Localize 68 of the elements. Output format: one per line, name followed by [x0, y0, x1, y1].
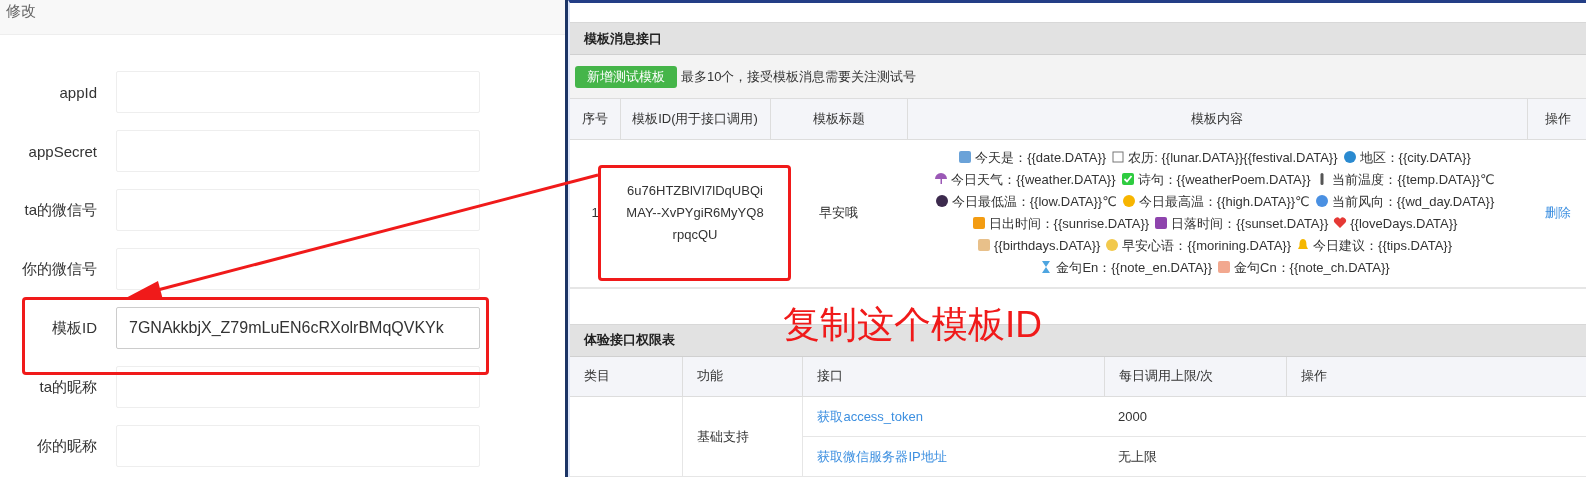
- field-label: 你的微信号: [21, 259, 97, 279]
- umbrella-icon: [934, 172, 949, 186]
- field-label: 你的昵称: [36, 436, 97, 456]
- column-header: 每日调用上限/次: [1104, 356, 1287, 397]
- hint-text: 最多10个，接受模板消息需要关注测试号: [681, 67, 917, 86]
- column-header: 类目: [570, 356, 683, 397]
- bell-icon: [1296, 238, 1311, 252]
- dialog-title: 修改: [6, 2, 36, 20]
- field-label: ta的昵称: [38, 377, 97, 397]
- template-field: {{loveDays.DATA}}: [1350, 216, 1458, 231]
- section-title: 体验接口权限表: [584, 331, 675, 349]
- template-field: 当前风向：{{wd_day.DATA}}: [1331, 194, 1495, 209]
- square-icon: [1154, 216, 1169, 230]
- template-field: 日出时间：{{sunrise.DATA}}: [988, 216, 1150, 231]
- template-field: 今日天气：{{weather.DATA}}: [951, 172, 1116, 187]
- delete-link[interactable]: 删除: [1544, 205, 1571, 220]
- circle-icon: [1342, 150, 1357, 164]
- template-field: 诗句：{{weatherPoem.DATA}}: [1137, 172, 1311, 187]
- template-field: 日落时间：{{sunset.DATA}}: [1171, 216, 1329, 231]
- number-icon: [1111, 150, 1126, 164]
- template-field: {{birthdays.DATA}}: [994, 238, 1101, 253]
- field-label: 模板ID: [51, 318, 97, 338]
- column-header: 操作: [1527, 99, 1586, 139]
- input-field[interactable]: [116, 366, 480, 408]
- annotation-text: 复制这个模板ID: [783, 303, 1042, 347]
- template-field: 今日最低温：{{low.DATA}}℃: [951, 194, 1117, 209]
- column-header: 模板内容: [907, 99, 1527, 139]
- column-header: 模板标题: [770, 99, 907, 139]
- template-field: 今日最高温：{{high.DATA}}℃: [1138, 194, 1310, 209]
- section-title: 模板消息接口: [584, 29, 662, 48]
- heart-icon: [1333, 216, 1348, 230]
- field-label: ta的微信号: [23, 200, 97, 220]
- field-label: appSecret: [27, 142, 97, 160]
- checkmark-icon: [1120, 172, 1135, 186]
- square-icon: [971, 216, 986, 230]
- table-cell-text: 1: [591, 204, 599, 222]
- circle-icon: [1105, 238, 1120, 252]
- column-header: 操作: [1286, 356, 1586, 397]
- column-header: 接口: [802, 356, 1105, 397]
- square-icon: [958, 150, 973, 164]
- template-field: 早安心语：{{morining.DATA}}: [1122, 238, 1292, 253]
- table-cell-text: 基础支持: [696, 427, 749, 446]
- table-cell-text: 2000: [1118, 407, 1147, 426]
- template-field: 金句Cn：{{note_ch.DATA}}: [1234, 260, 1390, 275]
- column-header: 模板ID(用于接口调用): [620, 99, 770, 139]
- square-icon: [1217, 260, 1231, 274]
- template-field: 今日建议：{{tips.DATA}}: [1313, 238, 1452, 253]
- square-icon: [977, 238, 991, 252]
- circle-icon: [934, 194, 949, 208]
- add-template-button[interactable]: 新增测试模板: [575, 65, 677, 88]
- api-link[interactable]: 获取access_token: [817, 408, 923, 424]
- field-label: appId: [58, 83, 97, 101]
- template-field: 金句En：{{note_en.DATA}}: [1056, 260, 1212, 275]
- circle-icon: [1314, 194, 1329, 208]
- template-field: 今天是：{{date.DATA}}: [975, 150, 1107, 165]
- template-field: 地区：{{city.DATA}}: [1359, 150, 1471, 165]
- column-header: 序号: [570, 99, 620, 139]
- input-field[interactable]: 7GNAkkbjX_Z79mLuEN6cRXolrBMqQVKYk: [116, 307, 480, 349]
- template-field: 当前温度：{{temp.DATA}}℃: [1332, 172, 1495, 187]
- template-field: 农历: {{lunar.DATA}}{{festival.DATA}}: [1128, 150, 1338, 165]
- table-cell-text: 早安哦: [819, 204, 858, 222]
- table-cell-text: 无上限: [1118, 447, 1158, 466]
- circle-icon: [1121, 194, 1136, 208]
- api-link[interactable]: 获取微信服务器IP地址: [817, 448, 947, 464]
- input-field[interactable]: [116, 248, 480, 290]
- column-header: 功能: [682, 356, 803, 397]
- input-field[interactable]: [116, 189, 480, 231]
- template-id: 6u76HTZBlVI7lDqUBQiMAY--XvPYgiR6MyYQ8rpqcQU: [625, 182, 765, 244]
